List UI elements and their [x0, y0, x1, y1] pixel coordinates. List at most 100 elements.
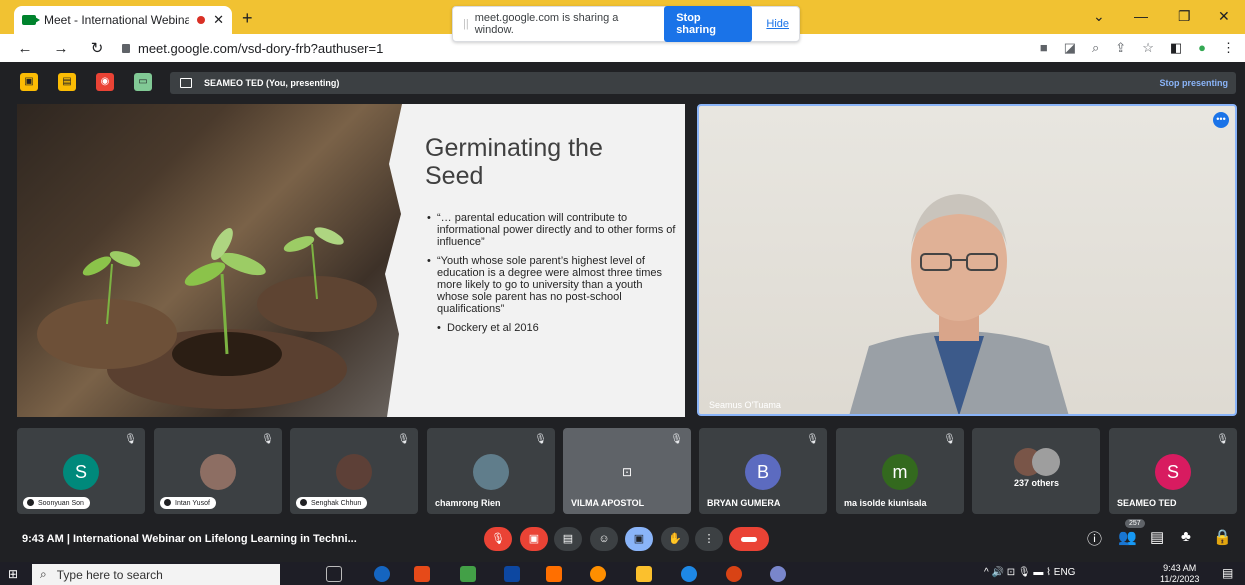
lock-icon[interactable]	[122, 43, 130, 53]
avatar: B	[745, 454, 781, 490]
bullet-citation: Dockery et al 2016	[427, 322, 677, 334]
raise-hand-button[interactable]: ✋	[661, 527, 689, 551]
taskbar-time: 9:43 AM	[1163, 563, 1197, 573]
avatar	[473, 454, 509, 490]
participant-name: SEAMEO TED	[1117, 498, 1177, 508]
present-button[interactable]: ▣	[625, 527, 653, 551]
record-icon[interactable]: ◉	[96, 73, 114, 91]
participant-tile[interactable]: 🎙 Intan Yusof	[154, 428, 282, 514]
app-icon[interactable]	[681, 566, 697, 582]
avatar	[336, 454, 372, 490]
host-controls-icon[interactable]: 🔒	[1213, 528, 1232, 546]
chevron-down-icon[interactable]: ⌄	[1093, 8, 1105, 25]
photoshop-icon[interactable]	[504, 566, 520, 582]
app-icon[interactable]	[770, 566, 786, 582]
url-field[interactable]: meet.google.com/vsd-dory-frb?authuser=1	[138, 41, 383, 56]
minimize-icon[interactable]: —	[1134, 8, 1148, 24]
close-window-icon[interactable]: ✕	[1218, 8, 1230, 25]
avatar	[200, 454, 236, 490]
participant-tile[interactable]: 🎙 chamrong Rien	[427, 428, 555, 514]
emoji-button[interactable]: ☺	[590, 527, 618, 551]
participant-tile[interactable]: 🎙 B BRYAN GUMERA	[699, 428, 827, 514]
camera-off-button[interactable]: ▣	[520, 527, 548, 551]
restore-icon[interactable]: ❐	[1178, 8, 1191, 25]
chat-icon[interactable]: ▤	[1150, 528, 1164, 546]
mic-off-icon: 🎙	[397, 434, 410, 445]
participant-tile-self[interactable]: 🎙 S SEAMEO TED	[1109, 428, 1237, 514]
share-icon[interactable]: ⇪	[1115, 40, 1126, 56]
seedling-hands-image	[17, 104, 402, 417]
slide-bullets: “… parental education will contribute to…	[427, 212, 677, 341]
zoom-icon[interactable]: ⌕	[1092, 40, 1099, 56]
reload-icon[interactable]: ↻	[86, 39, 108, 57]
participant-tile[interactable]: 🎙 Senghak Chhun	[290, 428, 418, 514]
screen-share-icon[interactable]: ◪	[1064, 40, 1076, 56]
app-icon[interactable]	[374, 566, 390, 582]
end-call-button[interactable]	[729, 527, 769, 551]
captions-button[interactable]: ▤	[554, 527, 582, 551]
powerpoint-icon[interactable]	[726, 566, 742, 582]
participant-tile[interactable]: 🎙 m ma isolde kiunisala	[836, 428, 964, 514]
participant-tile[interactable]: 🎙 ⊡ VILMA APOSTOL	[563, 428, 691, 514]
back-icon[interactable]: ←	[14, 40, 36, 57]
participant-tile[interactable]: 🎙 S Soonyuan Son	[17, 428, 145, 514]
app-icon[interactable]	[414, 566, 430, 582]
mic-off-icon: 🎙	[261, 434, 274, 445]
info-icon[interactable]: ⓘ	[1087, 528, 1102, 549]
stop-presenting-button[interactable]: Stop presenting	[1159, 78, 1228, 88]
file-explorer-icon[interactable]	[636, 566, 652, 582]
new-tab-button[interactable]: +	[242, 8, 253, 29]
bookmark-star-icon[interactable]: ☆	[1142, 40, 1154, 56]
hide-link[interactable]: Hide	[766, 18, 789, 30]
sidepanel-icon[interactable]: ◧	[1170, 40, 1182, 56]
tray-icons: ^ 🔊 ⊡ 🎙 ▬ ⌇	[984, 567, 1054, 578]
more-options-icon[interactable]: •••	[1213, 112, 1229, 128]
chrome-icon[interactable]	[590, 566, 606, 582]
menu-icon[interactable]: ⋮	[1222, 40, 1235, 56]
avatar: m	[882, 454, 918, 490]
recording-dot-icon	[197, 16, 206, 24]
present-icon[interactable]: ▭	[134, 73, 152, 91]
camera-off-icon[interactable]: ▣	[20, 73, 38, 91]
speaker-figure	[849, 194, 1069, 414]
more-options-button[interactable]: ⋮	[695, 527, 723, 551]
forward-icon[interactable]: →	[50, 40, 72, 57]
participant-name: Senghak Chhun	[296, 497, 368, 509]
bullet-1: “… parental education will contribute to…	[427, 212, 677, 248]
meeting-info: 9:43 AM | International Webinar on Lifel…	[22, 533, 357, 545]
language-indicator[interactable]: ENG	[1054, 567, 1076, 578]
windows-start-icon[interactable]: ⊞	[8, 567, 18, 581]
camera-icon[interactable]: ■	[1040, 40, 1048, 56]
activities-icon[interactable]: ♣	[1181, 528, 1191, 545]
meet-favicon-icon	[22, 15, 40, 25]
presentation-icon	[180, 78, 192, 88]
participant-name: VILMA APOSTOL	[571, 498, 645, 508]
meeting-title: International Webinar on Lifelong Learni…	[72, 533, 357, 545]
participant-name: chamrong Rien	[435, 498, 501, 508]
speaker-name: Seamus O'Tuama	[709, 400, 781, 410]
system-tray[interactable]: ^ 🔊 ⊡ 🎙 ▬ ⌇ ENG	[984, 567, 1075, 578]
mic-off-icon: 🎙	[670, 434, 683, 445]
speaker-video-tile[interactable]: Seamus O'Tuama •••	[697, 104, 1237, 416]
people-icon[interactable]: 👥	[1118, 528, 1137, 546]
close-tab-icon[interactable]: ✕	[213, 12, 224, 28]
browser-tab[interactable]: Meet - International Webina ✕	[14, 6, 232, 34]
avatar: S	[1155, 454, 1191, 490]
caption-icon[interactable]: ▤	[58, 73, 76, 91]
stop-sharing-button[interactable]: Stop sharing	[664, 6, 753, 42]
app-icon[interactable]	[460, 566, 476, 582]
drag-handle-icon[interactable]: ||	[463, 18, 469, 30]
sharing-message: meet.google.com is sharing a window.	[474, 12, 619, 36]
task-view-icon[interactable]	[326, 566, 342, 582]
taskbar-search[interactable]: ⌕ Type here to search	[32, 564, 280, 585]
profile-avatar[interactable]: ●	[1198, 40, 1206, 56]
mic-off-icon: 🎙	[1216, 434, 1229, 445]
notification-icon[interactable]: ▤	[1222, 566, 1233, 580]
participant-tile-others[interactable]: 237 others	[972, 428, 1100, 514]
participant-name: BRYAN GUMERA	[707, 498, 781, 508]
illustrator-icon[interactable]	[546, 566, 562, 582]
camera-off-icon: ⊡	[621, 465, 633, 479]
taskbar-clock[interactable]: 9:43 AM 11/2/2023	[1160, 563, 1199, 585]
mic-off-icon: 🎙	[943, 434, 956, 445]
mic-off-button[interactable]: 🎙	[484, 527, 512, 551]
